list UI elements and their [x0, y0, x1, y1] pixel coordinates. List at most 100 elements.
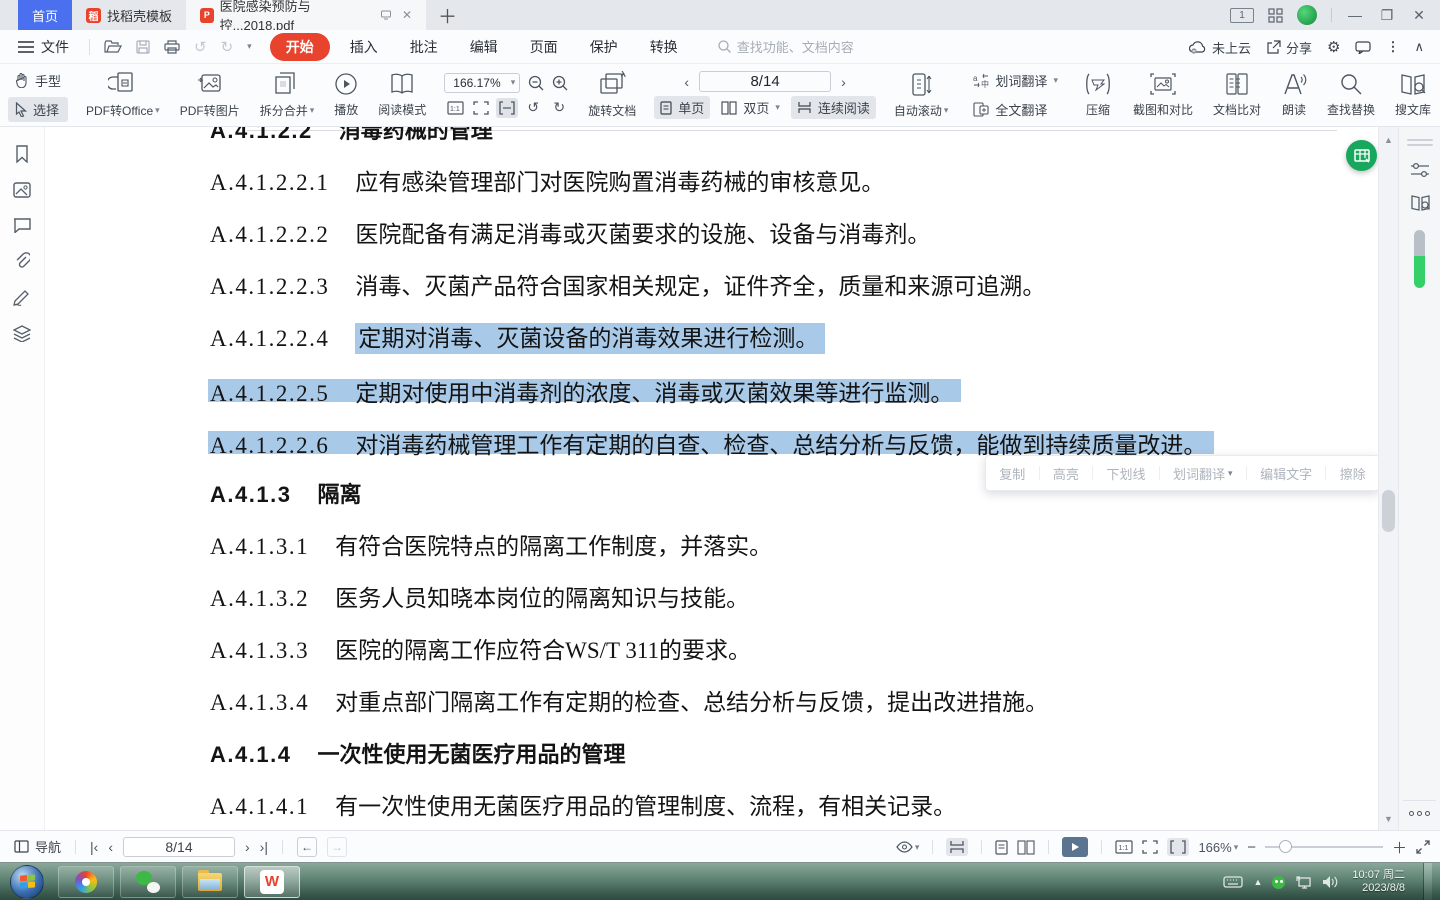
app-grid-icon[interactable] [1268, 8, 1283, 23]
zoom-combo[interactable]: 166.17% ▾ [444, 73, 520, 93]
scrollbar-thumb[interactable] [1382, 490, 1395, 532]
minimize-button[interactable]: — [1346, 7, 1364, 23]
quickbar-dropdown-icon[interactable]: ▾ [247, 41, 252, 52]
read-mode-button[interactable]: 阅读模式 [368, 68, 436, 122]
document-line[interactable]: A.4.1.2.2.6对消毒药械管理工作有定期的自查、检查、总结分析与反馈，能做… [208, 431, 1214, 454]
volume-icon[interactable] [1322, 875, 1338, 889]
document-line[interactable]: A.4.1.4一次性使用无菌医疗用品的管理 [210, 743, 625, 766]
file-menu[interactable]: 文件 [0, 37, 83, 57]
show-desktop-button[interactable] [1423, 863, 1432, 900]
fullscreen-icon[interactable] [1416, 840, 1430, 854]
menu-start[interactable]: 开始 [270, 33, 330, 61]
fit-page-icon[interactable] [1142, 840, 1158, 854]
vertical-scrollbar[interactable]: ▲ ▼ [1378, 127, 1398, 830]
more-tools-icon[interactable] [1399, 811, 1440, 830]
history-back-icon[interactable]: ← [297, 837, 317, 857]
taskbar-browser-button[interactable] [58, 866, 114, 898]
statusbar-page-indicator[interactable]: 8/14 [123, 837, 235, 857]
adjust-sliders-icon[interactable] [1410, 162, 1430, 178]
redo-icon[interactable]: ↻ [221, 38, 234, 56]
open-folder-icon[interactable] [104, 40, 122, 54]
settings-gear-icon[interactable]: ⚙ [1327, 38, 1340, 56]
rotate-doc-button[interactable]: 旋转文档 [578, 67, 646, 123]
keyboard-icon[interactable] [1223, 876, 1243, 888]
start-button[interactable] [10, 865, 44, 899]
fit-width-icon[interactable] [1167, 838, 1189, 856]
ribbon-page-indicator[interactable]: 8/14 [699, 71, 831, 92]
document-line[interactable]: A.4.1.3.2医务人员知晓本岗位的隔离知识与技能。 [210, 587, 749, 610]
selection-action-4[interactable]: 划词翻译▾ [1173, 464, 1233, 483]
scroll-down-icon[interactable]: ▼ [1384, 814, 1393, 824]
attachment-icon[interactable] [14, 252, 30, 270]
hand-tool-button[interactable]: 手型 [8, 68, 68, 93]
search-input[interactable]: 查找功能、文档内容 [718, 37, 854, 56]
full-translate-button[interactable]: 全文翻译 [966, 97, 1065, 122]
continuous-read-icon[interactable] [946, 838, 968, 856]
undo-icon[interactable]: ↺ [194, 38, 207, 56]
actual-size-icon[interactable]: 1:1 [1115, 840, 1133, 854]
continuous-read-button[interactable]: 连续阅读 [791, 96, 876, 119]
document-line[interactable]: A.4.1.2.2.2医院配备有满足消毒或灭菌要求的设施、设备与消毒剂。 [210, 223, 930, 246]
more-options-icon[interactable]: ⋮ [1386, 39, 1399, 55]
close-button[interactable]: ✕ [1410, 7, 1428, 24]
selection-action-2[interactable]: 高亮 [1053, 464, 1079, 483]
taskbar-explorer-button[interactable] [182, 866, 238, 898]
selection-action-3[interactable]: 下划线 [1106, 464, 1145, 483]
window-switch-icon[interactable]: 1 [1230, 8, 1254, 23]
pdf-to-image-button[interactable]: PDF转图片 [170, 67, 250, 123]
single-page-button[interactable]: 单页 [654, 96, 710, 119]
select-tool-button[interactable]: 选择 [8, 97, 68, 122]
prev-page-icon[interactable]: ‹ [108, 839, 113, 855]
fit-width-icon[interactable] [496, 98, 518, 118]
doc-compare-button[interactable]: 文档比对 [1203, 68, 1271, 122]
screenshot-compare-button[interactable]: 截图和对比 [1123, 68, 1203, 122]
cloud-status[interactable]: 未上云 [1189, 38, 1251, 57]
zoom-in-icon[interactable] [552, 75, 568, 91]
eye-protect-icon[interactable]: ▾ [896, 841, 920, 853]
read-aloud-button[interactable]: 朗读 [1271, 68, 1317, 122]
scroll-up-icon[interactable]: ▲ [1384, 135, 1393, 145]
zoom-plus-icon[interactable]: ＋ [1392, 837, 1407, 858]
user-avatar[interactable] [1297, 5, 1317, 25]
reading-progress-slider[interactable] [1414, 230, 1425, 288]
search-library-button[interactable]: 搜文库 [1385, 68, 1440, 122]
bookmark-icon[interactable] [14, 145, 30, 163]
split-merge-button[interactable]: 拆分合并▾ [250, 67, 325, 123]
next-page-icon[interactable]: › [841, 74, 846, 90]
document-line[interactable]: A.4.1.3.4对重点部门隔离工作有定期的检查、总结分析与反馈，提出改进措施。 [210, 691, 1048, 714]
taskbar-clock[interactable]: 10:07 周二 2023/8/8 [1352, 869, 1405, 895]
document-line[interactable]: A.4.1.3隔离 [210, 483, 361, 506]
zoom-slider[interactable] [1265, 846, 1383, 848]
image-annotation-icon[interactable] [13, 182, 31, 198]
hidden-icons-arrow[interactable]: ▲ [1253, 877, 1262, 887]
zoom-slider-knob[interactable] [1279, 840, 1292, 853]
prev-page-icon[interactable]: ‹ [684, 74, 689, 90]
double-page-icon[interactable] [1017, 840, 1035, 855]
compress-button[interactable]: 压缩 [1073, 68, 1123, 122]
collapse-ribbon-icon[interactable]: ∧ [1414, 39, 1424, 55]
single-page-icon[interactable] [995, 840, 1008, 855]
tab-document[interactable]: P 医院感染预防与控...2018.pdf ✕ [186, 0, 426, 30]
zoom-minus-icon[interactable]: − [1247, 839, 1256, 856]
restore-button[interactable]: ❐ [1378, 7, 1396, 24]
document-line[interactable]: A.4.1.3.3医院的隔离工作应符合WS/T 311的要求。 [210, 639, 751, 662]
play-button[interactable]: 播放 [324, 68, 368, 122]
rotate-left-icon[interactable]: ↺ [522, 98, 544, 118]
menu-annotate[interactable]: 批注 [398, 33, 450, 61]
slideshow-play-button[interactable] [1062, 837, 1088, 857]
document-line[interactable]: A.4.1.2.2.5定期对使用中消毒剂的浓度、消毒或灭菌效果等进行监测。 [208, 379, 961, 402]
fit-page-icon[interactable] [470, 98, 492, 118]
last-page-icon[interactable]: ›| [260, 839, 268, 855]
word-translate-button[interactable]: a中 划词翻译▾ [966, 68, 1065, 93]
document-line[interactable]: A.4.1.2.2消毒药械的管理 [210, 127, 493, 142]
double-page-button[interactable]: 双页▾ [715, 96, 786, 119]
zoom-level[interactable]: 166%▾ [1198, 840, 1238, 855]
find-replace-button[interactable]: 查找替换 [1317, 68, 1385, 122]
menu-edit[interactable]: 编辑 [458, 33, 510, 61]
menu-convert[interactable]: 转换 [638, 33, 690, 61]
close-tab-icon[interactable]: ✕ [402, 8, 412, 22]
actual-size-icon[interactable]: 1:1 [444, 98, 466, 118]
signature-icon[interactable] [13, 289, 31, 306]
document-page[interactable]: A.4.1.2.2消毒药械的管理A.4.1.2.2.1应有感染管理部门对医院购置… [45, 127, 1378, 830]
tab-docer[interactable]: 稻 找稻壳模板 [72, 0, 186, 30]
